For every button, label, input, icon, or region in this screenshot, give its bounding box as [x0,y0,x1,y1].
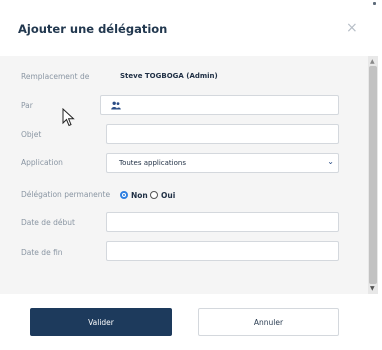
radio-non-label: Non [131,191,148,200]
dialog-body: Remplacement de Steve TOGBOGA (Admin) Pa… [0,56,368,294]
application-label: Application [21,158,63,167]
dialog-header: Ajouter une délégation × [0,0,378,56]
par-field[interactable] [100,95,339,115]
date-debut-field[interactable] [106,212,339,232]
validate-button[interactable]: Valider [30,308,172,336]
radio-oui-label: Oui [161,191,176,200]
date-debut-label: Date de début [21,218,75,227]
date-fin-label: Date de fin [21,248,63,257]
scroll-down-arrow-icon[interactable]: ▼ [370,285,375,292]
date-fin-field[interactable] [106,241,339,261]
objet-field[interactable] [106,124,339,144]
dialog-footer: Valider Annuler [0,294,378,350]
scroll-thumb[interactable] [369,66,377,284]
radio-non[interactable] [120,191,128,199]
remplacement-value: Steve TOGBOGA (Admin) [120,72,218,80]
permanente-label: Délégation permanente [21,190,111,199]
mouse-cursor-icon [62,108,75,127]
scroll-up-arrow-icon[interactable]: ▲ [370,58,375,65]
objet-label: Objet [21,130,42,139]
close-icon[interactable]: × [346,20,358,36]
users-icon [111,101,121,110]
dialog: Ajouter une délégation × Remplacement de… [0,0,378,350]
radio-oui[interactable] [150,191,158,199]
scrollbar[interactable]: ▲ ▼ [368,56,378,294]
dialog-title: Ajouter une délégation [18,22,168,36]
application-select-value: Toutes applications [119,159,186,167]
remplacement-label: Remplacement de [21,72,90,81]
chevron-down-icon: ⌄ [327,157,334,166]
corner-marker [373,2,376,5]
cancel-button[interactable]: Annuler [198,308,339,336]
par-label: Par [21,101,33,110]
application-select[interactable]: Toutes applications ⌄ [106,153,339,173]
